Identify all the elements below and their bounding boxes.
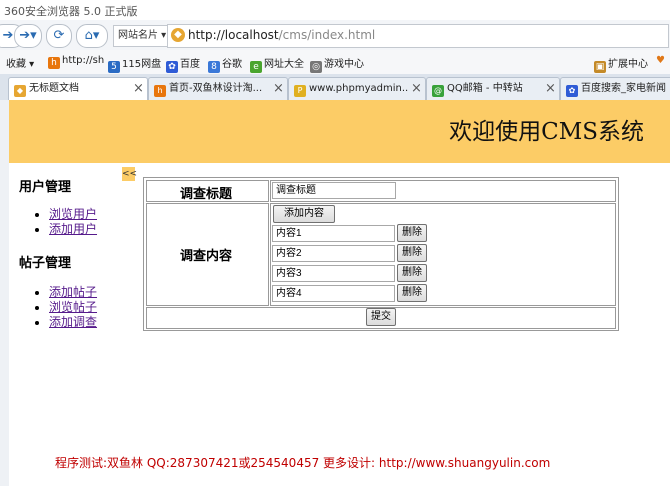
home-button[interactable]: ⌂▾ [76, 24, 108, 48]
content-input-1[interactable] [272, 225, 395, 242]
back-arrow-icon: ➔ [2, 28, 14, 43]
content-input-2[interactable] [272, 245, 395, 262]
google-icon: 8 [208, 61, 220, 73]
fav-site-icon: h [48, 57, 60, 69]
content-input-3[interactable] [272, 265, 395, 282]
site-icon: ◆ [171, 28, 185, 42]
tab-baidu[interactable]: ✿ 百度搜索_家电新闻 [560, 77, 670, 100]
title-input[interactable] [272, 182, 396, 199]
forward-arrow-icon: ➔▾ [19, 28, 37, 43]
refresh-icon: ⟳ [53, 28, 65, 43]
fav-link-google[interactable]: 8 谷歌 [208, 55, 242, 73]
survey-form: 调查标题 调查内容 添加内容 删除 删除 删除 删除 提交 [143, 177, 619, 331]
close-tab-icon[interactable]: × [411, 78, 422, 100]
delete-button-2[interactable]: 删除 [397, 244, 427, 262]
fav-link-hao[interactable]: e 网址大全 [250, 55, 304, 73]
heart-icon[interactable]: ♥ [656, 55, 665, 66]
fav-link-baidu[interactable]: ✿ 百度 [166, 55, 200, 73]
site-name-button[interactable]: 网站名片 ▾ [113, 25, 172, 47]
content-label: 调查内容 [180, 249, 233, 264]
sidebar: 用户管理 浏览用户 添加用户 帖子管理 添加帖子 浏览帖子 添加调查 [9, 163, 121, 353]
browser-navbar: ➔ ➔▾ ⟳ ⌂▾ 网站名片 ▾ ◆ http://localhost/cms/… [0, 20, 670, 51]
forward-button[interactable]: ➔▾ [14, 24, 42, 48]
sidebar-heading-posts: 帖子管理 [19, 256, 72, 271]
page-title: 欢迎使用CMS系统 [449, 119, 644, 145]
tab-bar: ◆ 无标题文档 × h 首页-双鱼林设计淘... × Pwww.phpmyadmin… [0, 74, 670, 101]
sidebar-link-browse-posts[interactable]: 浏览帖子 [49, 300, 97, 314]
qq-mail-icon: @ [432, 85, 444, 97]
gamepad-icon: ◎ [310, 61, 322, 73]
baidu-paw-icon: ✿ [566, 85, 578, 97]
content-input-4[interactable] [272, 285, 395, 302]
address-bar[interactable]: ◆ http://localhost/cms/index.html [167, 24, 669, 48]
favorites-menu[interactable]: 收藏 ▾ [6, 55, 34, 70]
close-tab-icon[interactable]: × [133, 78, 144, 100]
close-tab-icon[interactable]: × [273, 78, 284, 100]
window-titlebar: 360安全浏览器 5.0 正式版 [0, 0, 670, 20]
title-label: 调查标题 [180, 187, 233, 202]
extensions-icon: ▣ [594, 61, 606, 73]
close-tab-icon[interactable]: × [545, 78, 556, 100]
footer-credits: 程序测试:双鱼林 QQ:287307421或254540457 更多设计: ht… [55, 456, 551, 470]
phpmyadmin-icon: P [294, 85, 306, 97]
favorites-bar: 收藏 ▾ h http://sh 5 115网盘 ✿ 百度 8 谷歌 e 网址大全 ◎ 游戏… [0, 50, 670, 75]
sidebar-heading-users: 用户管理 [19, 180, 72, 195]
sidebar-link-add-survey[interactable]: 添加调查 [49, 315, 97, 329]
baidu-paw-icon: ✿ [166, 61, 178, 73]
cloud-disk-icon: 5 [108, 61, 120, 73]
address-url: http://localhost/cms/index.html [188, 28, 376, 42]
tab-qqmail[interactable]: @ QQ邮箱 - 中转站 × [426, 77, 560, 100]
fav-link-sh[interactable]: h http://sh [48, 55, 104, 69]
fav-link-games[interactable]: ◎ 游戏中心 [310, 55, 364, 73]
page-content: 欢迎使用CMS系统 用户管理 浏览用户 添加用户 帖子管理 添加帖子 浏览帖子 … [9, 100, 670, 486]
refresh-button[interactable]: ⟳ [46, 24, 72, 48]
nav-site-icon: e [250, 61, 262, 73]
sidebar-list-users: 浏览用户 添加用户 [19, 207, 97, 237]
collapse-sidebar-button[interactable]: << [122, 167, 137, 181]
sidebar-link-browse-users[interactable]: 浏览用户 [49, 207, 97, 221]
window-title: 360安全浏览器 5.0 正式版 [4, 5, 138, 18]
tab-phpmyadmin[interactable]: Pwww.phpmyadmin.... × [288, 77, 426, 100]
delete-button-3[interactable]: 删除 [397, 264, 427, 282]
tab-untitled[interactable]: ◆ 无标题文档 × [8, 77, 148, 101]
sidebar-link-add-user[interactable]: 添加用户 [49, 222, 97, 236]
tab-shuangyulin[interactable]: h 首页-双鱼林设计淘... × [148, 77, 288, 100]
delete-button-1[interactable]: 删除 [397, 224, 427, 242]
add-content-button[interactable]: 添加内容 [273, 205, 335, 223]
extensions-button[interactable]: ▣ 扩展中心 [594, 55, 648, 73]
page-header: 欢迎使用CMS系统 [9, 100, 670, 163]
page-icon: ◆ [14, 85, 26, 97]
sidebar-link-add-post[interactable]: 添加帖子 [49, 285, 97, 299]
fav-link-115[interactable]: 5 115网盘 [108, 55, 161, 73]
sidebar-list-posts: 添加帖子 浏览帖子 添加调查 [19, 285, 97, 330]
delete-button-4[interactable]: 删除 [397, 284, 427, 302]
page-icon: h [154, 85, 166, 97]
submit-button[interactable]: 提交 [366, 308, 396, 326]
home-icon: ⌂▾ [84, 28, 100, 43]
